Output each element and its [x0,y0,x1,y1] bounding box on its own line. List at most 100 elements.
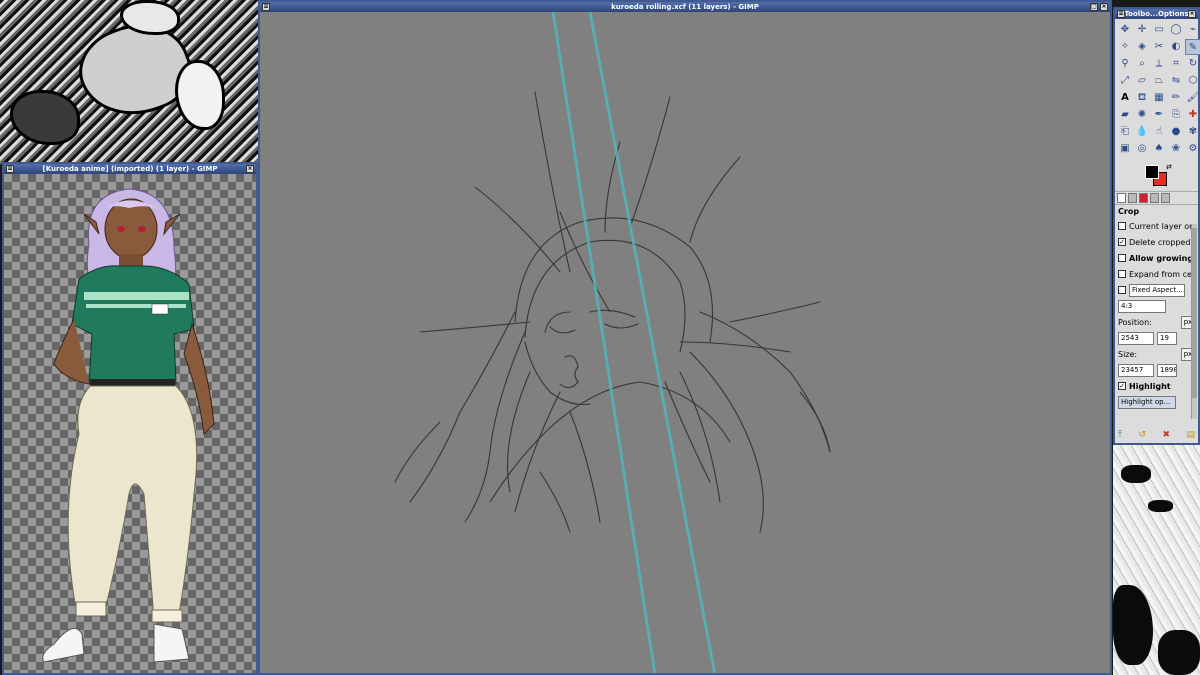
save-icon[interactable]: ▤ [1186,430,1195,440]
free-select-icon[interactable]: ⌁ [1185,22,1200,38]
expand-from-center-option[interactable]: Expand from cen [1115,266,1198,282]
heal-icon[interactable]: ✚ [1185,107,1200,123]
paintbrush-icon[interactable]: 🖌 [1185,90,1200,106]
position-y-input[interactable]: 19 [1157,331,1177,345]
mypaint-icon[interactable]: ♠ [1151,141,1167,157]
window-menu-icon[interactable]: ≡ [1117,10,1125,18]
toolbox-titlebar[interactable]: ≡ Toolbo...Options × [1115,9,1198,19]
gegl-icon[interactable]: ⚙ [1185,141,1200,157]
delete-icon[interactable]: ✖ [1162,430,1170,440]
main-image-window[interactable]: ≡ kuroeda rolling.xcf (11 layers) - GIMP… [258,0,1112,675]
flip-icon[interactable]: ⇋ [1168,73,1184,89]
blend-icon[interactable]: ▦ [1151,90,1167,106]
current-layer-only-checkbox[interactable] [1118,222,1126,230]
sketch-drawing [394,12,831,673]
color-area[interactable]: ⇄ [1115,161,1198,189]
delete-cropped-option[interactable]: ✓ Delete cropped [1115,234,1198,250]
cage-icon[interactable]: ⬡ [1185,73,1200,89]
fixed-aspect-option[interactable]: Fixed Aspect... [1115,282,1198,298]
color-picker-icon[interactable]: ⚲ [1117,56,1133,72]
tab-device-status[interactable] [1128,193,1137,203]
fixed-aspect-checkbox[interactable] [1118,286,1126,294]
options-scrollbar[interactable] [1191,224,1197,419]
handle-transform-icon[interactable]: ◎ [1134,141,1150,157]
current-layer-only-label: Current layer on [1129,221,1195,231]
close-icon[interactable]: × [246,165,254,173]
move-icon[interactable]: ✥ [1117,22,1133,38]
anime-image-window[interactable]: ≡ [Kuroeda anime] (imported) (1 layer) -… [2,162,258,675]
fuzzy-select-icon[interactable]: ✧ [1117,39,1133,55]
options-tabs [1115,191,1198,205]
fixed-aspect-dropdown[interactable]: Fixed Aspect... [1129,283,1185,297]
size-label: Size: [1118,349,1138,359]
position-label: Position: [1118,317,1152,327]
crop-icon[interactable]: ⌗ [1168,56,1184,72]
close-icon[interactable]: × [1188,10,1196,18]
text-icon[interactable]: A [1117,90,1133,106]
toolbox-title: Toolbo...Options [1124,10,1189,18]
tab-undo[interactable] [1139,193,1148,203]
color-select-icon[interactable]: ◈ [1134,39,1150,55]
rect-select-icon[interactable]: ▭ [1151,22,1167,38]
restore-icon[interactable]: ⤒ [1118,430,1122,440]
clone-icon[interactable]: ⎘ [1168,107,1184,123]
tab-tool-options[interactable] [1117,193,1126,203]
highlight-opacity-slider[interactable]: Highlight op... [1118,395,1176,409]
position-label-row: Position: px [1115,314,1198,330]
scrollbar-thumb[interactable] [1192,228,1197,398]
maximize-icon[interactable]: □ [1090,3,1098,11]
main-window-title: kuroeda rolling.xcf (11 layers) - GIMP [611,3,759,11]
close-icon[interactable]: × [1100,3,1108,11]
allow-growing-option[interactable]: Allow growing [1115,250,1198,266]
character-illustration [42,188,215,663]
tool-options-title: Crop [1118,207,1140,216]
main-window-titlebar[interactable]: ≡ kuroeda rolling.xcf (11 layers) - GIMP… [260,2,1110,12]
foreground-color-swatch[interactable] [1145,165,1159,179]
swap-colors-icon[interactable]: ⇄ [1166,163,1172,171]
airbrush-icon[interactable]: ✺ [1134,107,1150,123]
pencil-icon[interactable]: ✏ [1168,90,1184,106]
tab-images[interactable] [1150,193,1159,203]
position-x-input[interactable]: 2543 [1118,331,1154,345]
paths-icon[interactable]: ✎ [1185,39,1200,55]
window-menu-icon[interactable]: ≡ [262,3,270,11]
scale-icon[interactable]: ⤢ [1117,73,1133,89]
reference-canvas[interactable] [4,174,256,673]
dodge-icon[interactable]: ● [1168,124,1184,140]
zoom-icon[interactable]: ⌕ [1134,56,1150,72]
perspective-clone-icon[interactable]: ⎗ [1117,124,1133,140]
smudge-icon[interactable]: ☝ [1151,124,1167,140]
rotate-icon[interactable]: ↻ [1185,56,1200,72]
highlight-checkbox[interactable]: ✓ [1118,382,1126,390]
scissors-icon[interactable]: ✂ [1151,39,1167,55]
ellipse-select-icon[interactable]: ◯ [1168,22,1184,38]
allow-growing-checkbox[interactable] [1118,254,1126,262]
tab-layers[interactable] [1161,193,1170,203]
perspective-icon[interactable]: ⏢ [1151,73,1167,89]
eraser-icon[interactable]: ▰ [1117,107,1133,123]
delete-cropped-checkbox[interactable]: ✓ [1118,238,1126,246]
size-height-input[interactable]: 1898 [1157,363,1177,377]
unified-transform-icon[interactable]: ▣ [1117,141,1133,157]
window-menu-icon[interactable]: ≡ [6,165,14,173]
bucket-fill-icon[interactable]: ⛾ [1134,90,1150,106]
toolbox-window[interactable]: ≡ Toolbo...Options × ✥ ✛ ▭ ◯ ⌁ ✧ ◈ ✂ ◐ ✎… [1113,7,1200,445]
highlight-option[interactable]: ✓ Highlight [1115,378,1198,394]
drawing-canvas[interactable] [260,12,1110,673]
aspect-value-input[interactable]: 4:3 [1118,299,1166,313]
size-width-input[interactable]: 23457 [1118,363,1154,377]
foreground-select-icon[interactable]: ◐ [1168,39,1184,55]
shear-icon[interactable]: ▱ [1134,73,1150,89]
warp-icon[interactable]: ✾ [1185,124,1200,140]
align-icon[interactable]: ✛ [1134,22,1150,38]
measure-icon[interactable]: ⟂ [1151,56,1167,72]
ink-icon[interactable]: ✒ [1151,107,1167,123]
allow-growing-label: Allow growing [1129,253,1194,263]
blur-icon[interactable]: 💧 [1134,124,1150,140]
expand-from-center-checkbox[interactable] [1118,270,1126,278]
reset-icon[interactable]: ↺ [1138,430,1146,440]
anime-window-titlebar[interactable]: ≡ [Kuroeda anime] (imported) (1 layer) -… [4,164,256,174]
seamless-clone-icon[interactable]: ❀ [1168,141,1184,157]
highlight-opacity-row: Highlight op... [1115,394,1198,410]
current-layer-only-option[interactable]: Current layer on [1115,218,1198,234]
